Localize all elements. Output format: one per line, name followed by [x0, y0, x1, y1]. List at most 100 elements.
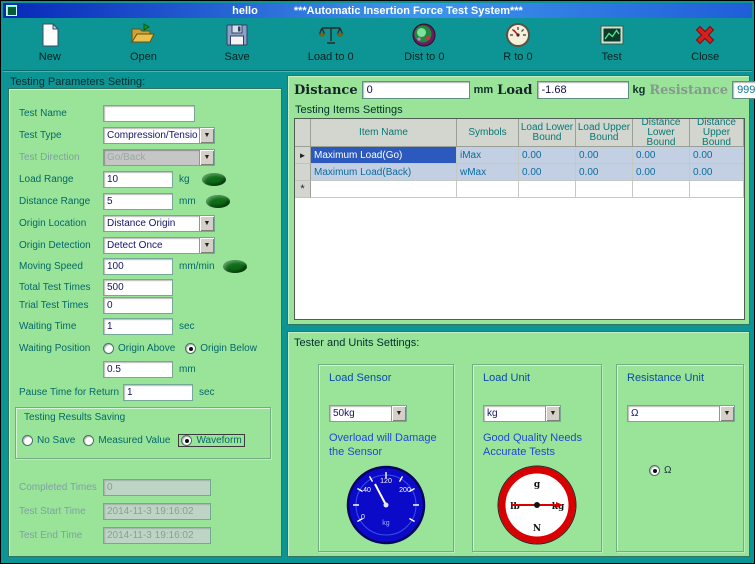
test-name-input[interactable]: [103, 105, 195, 122]
table-cell[interactable]: wMax: [457, 164, 519, 181]
origin-location-dropdown[interactable]: Distance Origin ▼: [103, 215, 215, 232]
origin-above-radio[interactable]: Origin Above: [103, 343, 175, 354]
waiting-time-input[interactable]: 1: [103, 318, 173, 335]
testing-items-table: Item Name Symbols Load Lower Bound Load …: [294, 118, 745, 320]
results-saving-title: Testing Results Saving: [24, 412, 125, 423]
new-button-label: New: [39, 51, 61, 63]
table-cell[interactable]: 0.00: [519, 164, 576, 181]
row-marker-current[interactable]: ►: [295, 147, 311, 164]
svg-text:N: N: [533, 524, 541, 534]
params-panel: Test Name Test Type Compression/Tensio ▼…: [8, 88, 282, 557]
load-to-zero-button[interactable]: Load to 0: [288, 21, 374, 63]
app-window: hello ***Automatic Insertion Force Test …: [0, 0, 755, 564]
table-cell-empty[interactable]: [690, 181, 744, 198]
svg-text:0: 0: [361, 514, 365, 521]
svg-text:40: 40: [363, 487, 371, 494]
table-cell-empty[interactable]: [576, 181, 633, 198]
distance-range-input[interactable]: 5: [103, 193, 173, 210]
resistance-unit-dropdown[interactable]: Ω ▼: [627, 405, 735, 422]
load-readout-unit: kg: [633, 84, 646, 96]
completed-times-label: Completed Times: [19, 482, 103, 493]
resistance-unit-label: Resistance Unit: [627, 372, 704, 384]
row-marker-new[interactable]: *: [295, 181, 311, 198]
row-selector-header[interactable]: [295, 119, 311, 147]
distance-readout-value: 0: [362, 81, 470, 99]
pause-time-unit: sec: [199, 387, 215, 398]
no-save-radio[interactable]: No Save: [22, 435, 75, 446]
unit-dial-icon: g lb kg N: [497, 465, 577, 548]
origin-detection-label: Origin Detection: [19, 240, 103, 251]
waiting-offset-input[interactable]: 0.5: [103, 361, 173, 378]
moving-speed-input[interactable]: 100: [103, 258, 173, 275]
params-panel-title: Testing Parameters Setting:: [10, 76, 145, 88]
col-header-symbols[interactable]: Symbols: [457, 119, 519, 147]
save-button-label: Save: [225, 51, 250, 63]
col-header-distance-lower[interactable]: Distance Lower Bound: [633, 119, 690, 147]
col-header-load-lower[interactable]: Load Lower Bound: [519, 119, 576, 147]
save-button[interactable]: Save: [194, 21, 280, 63]
live-readouts: Distance 0 mm Load -1.68 kg Resistance 9…: [294, 80, 747, 100]
col-header-item-name[interactable]: Item Name: [311, 119, 457, 147]
table-cell-empty[interactable]: [633, 181, 690, 198]
titlebar: hello ***Automatic Insertion Force Test …: [3, 3, 752, 18]
svg-text:lb: lb: [510, 502, 520, 512]
svg-text:200: 200: [399, 487, 411, 494]
table-cell[interactable]: Maximum Load(Back): [311, 164, 457, 181]
distance-range-led: [206, 195, 230, 208]
total-test-times-input[interactable]: 500: [103, 279, 173, 296]
table-cell[interactable]: 0.00: [576, 164, 633, 181]
row-marker[interactable]: [295, 164, 311, 181]
table-cell[interactable]: 0.00: [690, 147, 744, 164]
table-cell[interactable]: 0.00: [633, 147, 690, 164]
origin-location-label: Origin Location: [19, 218, 103, 229]
chevron-down-icon: ▼: [199, 128, 214, 143]
load-unit-label: Load Unit: [483, 372, 530, 384]
r-to-zero-label: R to 0: [503, 51, 532, 63]
table-cell[interactable]: iMax: [457, 147, 519, 164]
close-button-label: Close: [691, 51, 719, 63]
col-header-distance-upper[interactable]: Distance Upper Bound: [690, 119, 744, 147]
load-sensor-dropdown[interactable]: 50kg ▼: [329, 405, 407, 422]
test-type-dropdown[interactable]: Compression/Tensio ▼: [103, 127, 215, 144]
origin-below-radio[interactable]: Origin Below: [185, 343, 257, 354]
table-cell[interactable]: 0.00: [576, 147, 633, 164]
table-cell[interactable]: 0.00: [519, 147, 576, 164]
table-cell-empty[interactable]: [311, 181, 457, 198]
moving-speed-label: Moving Speed: [19, 261, 103, 272]
trial-test-times-input[interactable]: 0: [103, 297, 173, 314]
col-header-load-upper[interactable]: Load Upper Bound: [576, 119, 633, 147]
table-cell[interactable]: 0.00: [633, 164, 690, 181]
trial-test-times-label: Trial Test Times: [19, 300, 103, 311]
new-button[interactable]: New: [7, 21, 93, 63]
results-saving-group: Testing Results Saving No Save Measured …: [15, 407, 271, 459]
load-unit-dropdown[interactable]: kg ▼: [483, 405, 561, 422]
load-range-input[interactable]: 10: [103, 171, 173, 188]
waveform-radio[interactable]: Waveform: [178, 434, 244, 447]
open-button[interactable]: Open: [100, 21, 186, 63]
test-button[interactable]: Test: [569, 21, 655, 63]
resistance-readout-label: Resistance: [649, 83, 728, 98]
load-gauge-icon: 0 40 120 200 kg: [346, 465, 426, 548]
chevron-down-icon: ▼: [719, 406, 734, 421]
r-to-zero-button[interactable]: R to 0: [475, 21, 561, 63]
load-readout-label: Load: [497, 83, 532, 98]
table-cell[interactable]: Maximum Load(Go): [311, 147, 457, 164]
origin-detection-dropdown[interactable]: Detect Once ▼: [103, 237, 215, 254]
table-cell-empty[interactable]: [457, 181, 519, 198]
completed-times-field: 0: [103, 479, 211, 496]
ohm-radio[interactable]: Ω: [649, 465, 671, 476]
distance-readout-label: Distance: [294, 83, 358, 98]
table-cell-empty[interactable]: [519, 181, 576, 198]
test-chart-icon: [598, 21, 626, 49]
load-range-label: Load Range: [19, 174, 103, 185]
table-cell[interactable]: 0.00: [690, 164, 744, 181]
waiting-time-unit: sec: [179, 321, 195, 332]
pause-time-input[interactable]: 1: [123, 384, 193, 401]
dist-to-zero-button[interactable]: Dist to 0: [381, 21, 467, 63]
units-panel-title: Tester and Units Settings:: [294, 337, 419, 349]
measured-value-radio[interactable]: Measured Value: [83, 435, 170, 446]
close-button[interactable]: Close: [662, 21, 748, 63]
chevron-down-icon: ▼: [199, 150, 214, 165]
svg-text:120: 120: [380, 478, 392, 485]
load-sensor-group: Load Sensor 50kg ▼ Overload will Damage …: [318, 364, 454, 552]
